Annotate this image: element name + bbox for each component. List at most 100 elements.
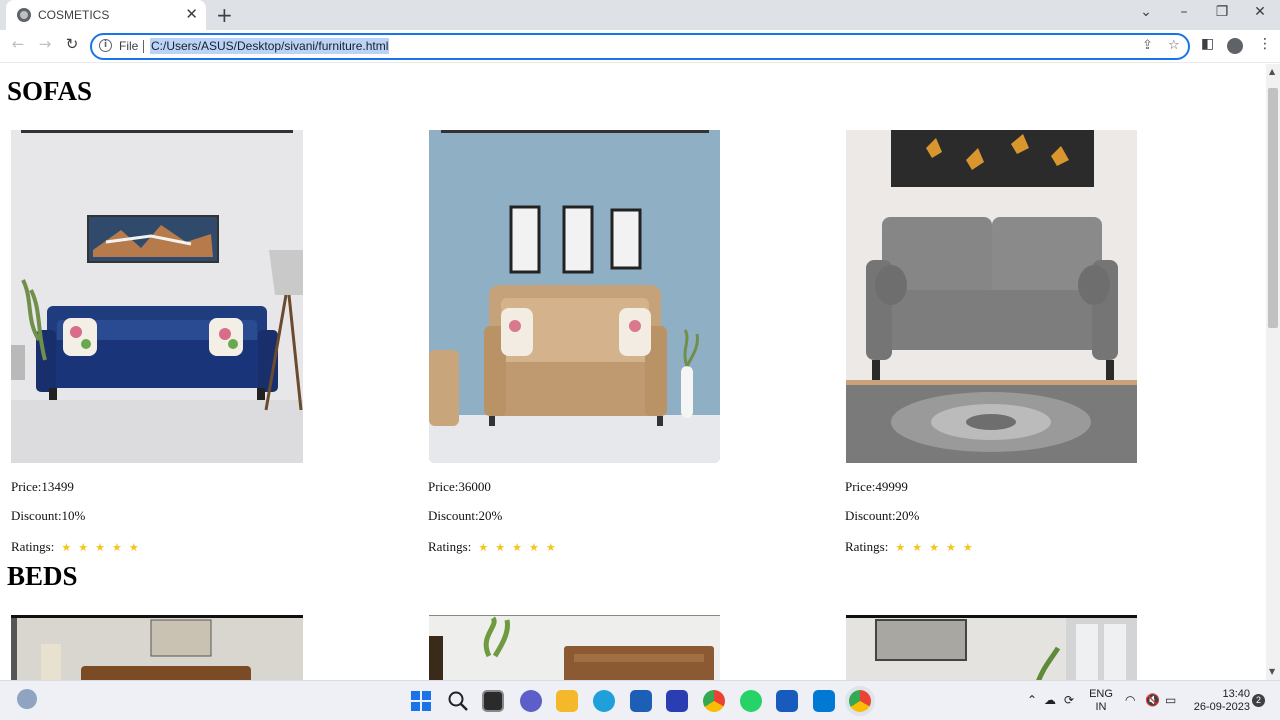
task-view-icon[interactable] [482, 690, 504, 712]
product-price: Price:49999 [845, 479, 908, 494]
product-image-sofa-blue[interactable] [11, 130, 303, 463]
ratings-label: Ratings: [428, 539, 472, 554]
chat-icon[interactable] [520, 690, 542, 712]
star-icon: ★ [895, 541, 906, 554]
bed-rustic-photo [429, 616, 720, 680]
language-code: ENG [1089, 688, 1113, 700]
side-panel-icon[interactable]: ◧ [1201, 36, 1214, 52]
tab-title: COSMETICS [38, 8, 110, 22]
volume-muted-icon[interactable]: 🔇 [1145, 693, 1160, 707]
product-discount: Discount:10% [11, 508, 86, 523]
bed-wooden-photo [11, 618, 303, 680]
new-tab-button[interactable]: + [216, 3, 233, 27]
close-window-button[interactable]: ✕ [1250, 4, 1270, 20]
product-image-bed-1[interactable] [11, 615, 303, 680]
minimize-button[interactable]: – [1174, 4, 1194, 20]
pen-app-icon[interactable] [666, 690, 688, 712]
product-image-sofa-grey[interactable] [846, 130, 1137, 463]
ratings-label: Ratings: [845, 539, 889, 554]
show-hidden-icons-chevron-icon[interactable]: ⌃ [1027, 693, 1037, 707]
chrome-icon[interactable] [703, 690, 725, 712]
star-icon: ★ [512, 541, 522, 554]
star-icon: ★ [478, 541, 489, 554]
product-card: Price:13499 Discount:10% Ratings: ★ ★ ★ ★ ★ [11, 130, 311, 560]
close-tab-icon[interactable]: ✕ [185, 5, 198, 23]
file-explorer-icon[interactable] [556, 690, 578, 712]
product-image-bed-3[interactable] [846, 615, 1137, 680]
sync-icon[interactable]: ⟳ [1064, 693, 1074, 707]
product-discount: Discount:20% [845, 508, 920, 523]
chrome-active-icon[interactable] [849, 690, 871, 712]
sofa-grey-photo [846, 130, 1137, 463]
product-ratings: Ratings: ★ ★ ★ ★ ★ [428, 539, 556, 555]
back-icon[interactable]: ← [8, 35, 28, 53]
product-card: Price:36000 Discount:20% Ratings: ★ ★ ★ ★ ★ [428, 130, 728, 560]
product-card: Price:49999 Discount:20% Ratings: ★ ★ ★ ★ ★ [845, 130, 1145, 560]
star-icon: ★ [495, 541, 506, 554]
star-icon: ★ [545, 541, 556, 554]
language-indicator[interactable]: ENG IN [1088, 688, 1114, 714]
page-viewport: SOFAS Price:13499 Discount:10% Ratings: … [0, 64, 1266, 680]
product-discount: Discount:20% [428, 508, 503, 523]
share-icon[interactable]: ⇪ [1142, 38, 1153, 53]
browser-tab[interactable]: COSMETICS ✕ [6, 0, 206, 30]
search-icon[interactable] [447, 690, 469, 712]
product-price: Price:36000 [428, 479, 491, 494]
star-icon: ★ [128, 541, 139, 554]
bed-grey-photo [846, 618, 1137, 680]
product-price: Price:13499 [11, 479, 74, 494]
info-icon[interactable]: i [99, 39, 112, 52]
wifi-icon[interactable]: ◠ [1125, 693, 1135, 707]
section-title-sofas: SOFAS [7, 76, 93, 106]
scroll-up-icon[interactable]: ▲ [1269, 67, 1275, 76]
star-icon: ★ [78, 541, 89, 554]
clock[interactable]: 13:40 26-09-2023 [1190, 688, 1250, 714]
star-icon: ★ [929, 541, 939, 554]
vscode-icon[interactable] [813, 690, 835, 712]
sofa-blue-photo [11, 130, 303, 463]
star-icon: ★ [61, 541, 72, 554]
sofa-beige-photo [429, 130, 720, 463]
widgets-icon[interactable] [17, 689, 37, 709]
region-code: IN [1095, 701, 1107, 713]
windows-taskbar: ⌃ ☁ ⟳ ENG IN ◠ 🔇 ▭ 13:40 26-09-2023 2 [0, 680, 1280, 720]
store-icon[interactable] [630, 690, 652, 712]
start-menu-icon[interactable] [410, 690, 432, 712]
whatsapp-icon[interactable] [740, 690, 762, 712]
browser-toolbar: ← → ↻ i File C:/Users/ASUS/Desktop/sivan… [0, 30, 1280, 63]
profile-avatar-icon[interactable] [1227, 38, 1243, 54]
star-icon: ★ [95, 541, 105, 554]
star-icon: ★ [945, 541, 956, 554]
bookmark-star-icon[interactable]: ☆ [1168, 38, 1180, 53]
clock-date: 26-09-2023 [1193, 701, 1250, 713]
globe-icon [17, 8, 31, 22]
edge-icon[interactable] [593, 690, 615, 712]
omnibox-scheme: File [119, 39, 139, 53]
star-icon: ★ [528, 541, 539, 554]
onedrive-icon[interactable]: ☁ [1044, 693, 1056, 707]
product-ratings: Ratings: ★ ★ ★ ★ ★ [11, 539, 139, 555]
star-icon: ★ [962, 541, 973, 554]
tab-strip: COSMETICS ✕ + ⌄ – ❐ ✕ [0, 0, 1280, 30]
menu-kebab-icon[interactable]: ⋮ [1258, 36, 1272, 52]
omnibox-divider [143, 40, 144, 53]
forward-icon[interactable]: → [35, 35, 55, 53]
star-icon: ★ [111, 541, 122, 554]
ratings-label: Ratings: [11, 539, 55, 554]
url-text[interactable]: C:/Users/ASUS/Desktop/sivani/furniture.h… [150, 38, 390, 54]
product-image-bed-2[interactable] [429, 615, 720, 680]
address-bar[interactable]: i File C:/Users/ASUS/Desktop/sivani/furn… [90, 33, 1190, 60]
reload-icon[interactable]: ↻ [62, 35, 82, 53]
battery-icon[interactable]: ▭ [1165, 693, 1176, 707]
product-ratings: Ratings: ★ ★ ★ ★ ★ [845, 539, 973, 555]
section-title-beds: BEDS [7, 561, 78, 591]
clock-time: 13:40 [1222, 688, 1250, 700]
notification-badge[interactable]: 2 [1252, 694, 1265, 707]
scrollbar-thumb[interactable] [1268, 88, 1278, 328]
page-scrollbar[interactable]: ▲ ▼ [1266, 64, 1280, 680]
tab-search-icon[interactable]: ⌄ [1136, 4, 1156, 20]
maximize-button[interactable]: ❐ [1212, 4, 1232, 20]
scroll-down-icon[interactable]: ▼ [1269, 667, 1275, 676]
product-image-sofa-beige[interactable] [429, 130, 720, 463]
word-icon[interactable] [776, 690, 798, 712]
